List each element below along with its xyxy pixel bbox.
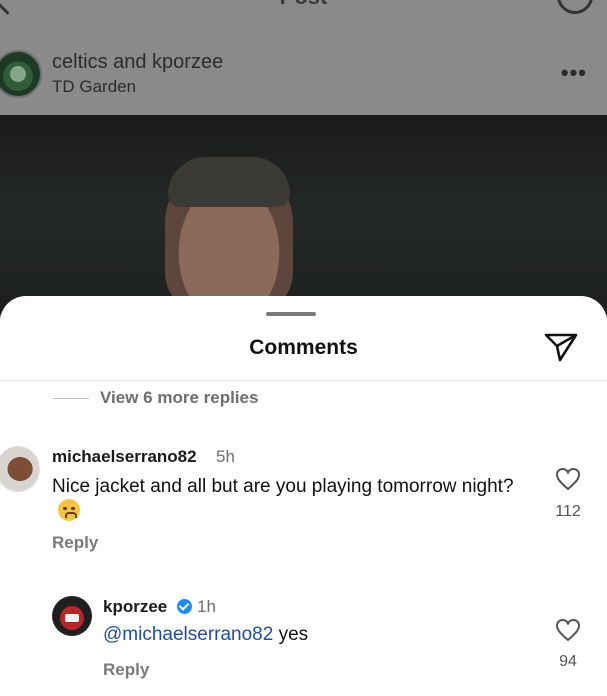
- sheet-drag-handle[interactable]: [266, 312, 316, 316]
- post-username[interactable]: celtics and kporzee: [52, 51, 223, 74]
- comment-time: 1h: [197, 597, 216, 616]
- comment-text: @michaelserrano82 yes: [103, 624, 308, 646]
- weary-face-icon: [58, 499, 80, 521]
- comments-sheet: Comments View 6 more replies michaelserr…: [0, 296, 607, 696]
- circle-icon[interactable]: [557, 0, 593, 14]
- photo-hair: [168, 157, 290, 207]
- heart-icon[interactable]: [555, 467, 581, 491]
- more-options-icon[interactable]: •••: [561, 60, 587, 86]
- view-more-replies-button[interactable]: View 6 more replies: [100, 388, 258, 408]
- comment-time: 5h: [216, 447, 235, 466]
- share-icon[interactable]: [544, 332, 578, 362]
- like-count: 112: [555, 503, 581, 520]
- like-count: 94: [559, 653, 577, 670]
- mention-link[interactable]: @michaelserrano82: [103, 624, 273, 645]
- comment-text-body: yes: [273, 624, 309, 645]
- reply-button[interactable]: Reply: [52, 533, 98, 553]
- post-location[interactable]: TD Garden: [52, 77, 136, 97]
- post-header: Post celtics and kporzee TD Garden •••: [0, 0, 607, 115]
- verified-badge-icon: [177, 599, 192, 614]
- avatar[interactable]: [52, 596, 92, 636]
- comment-text-body: Nice jacket and all but are you playing …: [52, 476, 514, 497]
- reply-button[interactable]: Reply: [103, 660, 149, 680]
- post-avatar[interactable]: [0, 50, 42, 98]
- comment-username[interactable]: kporzee: [103, 597, 167, 617]
- replies-line: [53, 398, 89, 399]
- comments-title: Comments: [249, 336, 358, 359]
- comment-username[interactable]: michaelserrano82: [52, 447, 197, 467]
- comment-text: Nice jacket and all but are you playing …: [52, 474, 532, 524]
- avatar[interactable]: [0, 446, 40, 492]
- divider: [0, 380, 607, 381]
- post-photo: [0, 115, 607, 315]
- page-title: Post: [0, 0, 607, 10]
- heart-icon[interactable]: [555, 618, 581, 642]
